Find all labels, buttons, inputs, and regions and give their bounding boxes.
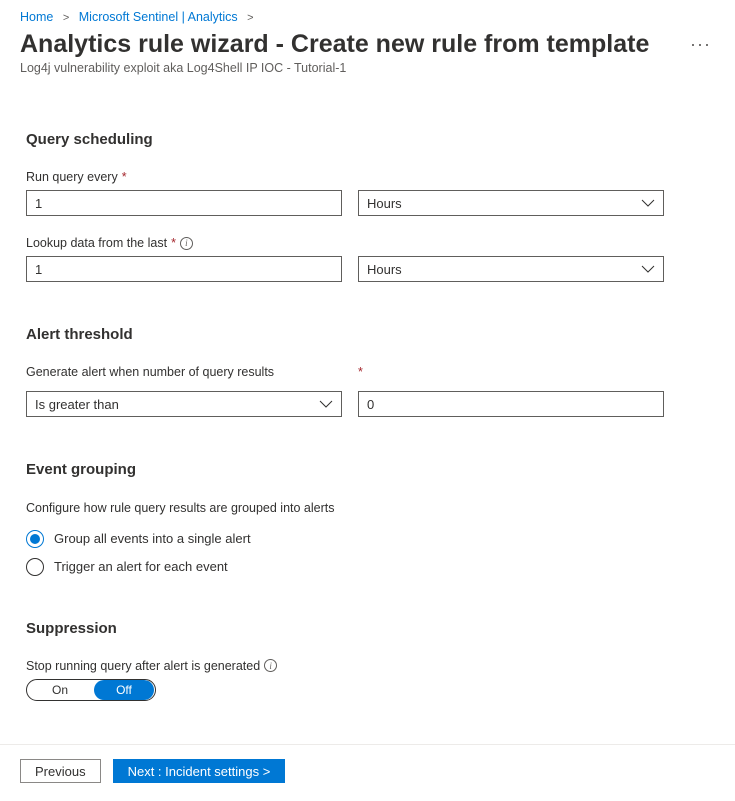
toggle-on: On [27,680,93,700]
suppression-label: Stop running query after alert is genera… [26,659,709,673]
radio-label: Group all events into a single alert [54,531,251,546]
label-text: Lookup data from the last [26,236,167,250]
radio-trigger-each-event[interactable]: Trigger an alert for each event [26,558,709,576]
info-icon[interactable]: i [264,659,277,672]
info-icon[interactable]: i [180,237,193,250]
section-suppression: Suppression [26,620,709,637]
chevron-right-icon: > [63,12,69,24]
lookup-data-input[interactable] [26,256,342,282]
lookup-data-unit-select[interactable]: Hours [358,256,664,282]
select-value: Hours [367,262,402,277]
chevron-down-icon [641,199,655,207]
required-asterisk: * [171,236,176,250]
alert-threshold-value-input[interactable] [358,391,664,417]
suppression-toggle[interactable]: On Off [26,679,156,701]
run-query-every-label: Run query every * [26,170,709,184]
alert-threshold-operator-select[interactable]: Is greater than [26,391,342,417]
previous-button[interactable]: Previous [20,759,101,783]
label-text: Generate alert when number of query resu… [26,365,274,379]
required-asterisk: * [122,170,127,184]
section-event-grouping: Event grouping [26,461,709,478]
breadcrumb-home[interactable]: Home [20,10,53,24]
run-query-every-input[interactable] [26,190,342,216]
label-text: Run query every [26,170,118,184]
next-incident-settings-button[interactable]: Next : Incident settings > [113,759,286,783]
radio-icon [26,530,44,548]
page-title: Analytics rule wizard - Create new rule … [20,30,686,59]
radio-group-single-alert[interactable]: Group all events into a single alert [26,530,709,548]
more-menu-button[interactable]: ··· [686,34,715,55]
wizard-footer: Previous Next : Incident settings > [0,744,735,801]
alert-threshold-required: * [358,365,664,379]
select-value: Hours [367,196,402,211]
toggle-off: Off [94,680,154,700]
required-asterisk: * [358,365,363,379]
chevron-down-icon [641,265,655,273]
label-text: Stop running query after alert is genera… [26,659,260,673]
section-alert-threshold: Alert threshold [26,326,709,343]
chevron-down-icon [319,400,333,408]
radio-label: Trigger an alert for each event [54,559,228,574]
radio-icon [26,558,44,576]
chevron-right-icon: > [247,12,253,24]
page-subtitle: Log4j vulnerability exploit aka Log4Shel… [0,59,735,75]
breadcrumb-sentinel-analytics[interactable]: Microsoft Sentinel | Analytics [79,10,238,24]
event-grouping-description: Configure how rule query results are gro… [26,500,346,518]
section-query-scheduling: Query scheduling [26,131,709,148]
run-query-every-unit-select[interactable]: Hours [358,190,664,216]
alert-threshold-label: Generate alert when number of query resu… [26,365,342,379]
breadcrumb: Home > Microsoft Sentinel | Analytics > [0,0,735,24]
select-value: Is greater than [35,397,119,412]
lookup-data-label: Lookup data from the last * i [26,236,709,250]
